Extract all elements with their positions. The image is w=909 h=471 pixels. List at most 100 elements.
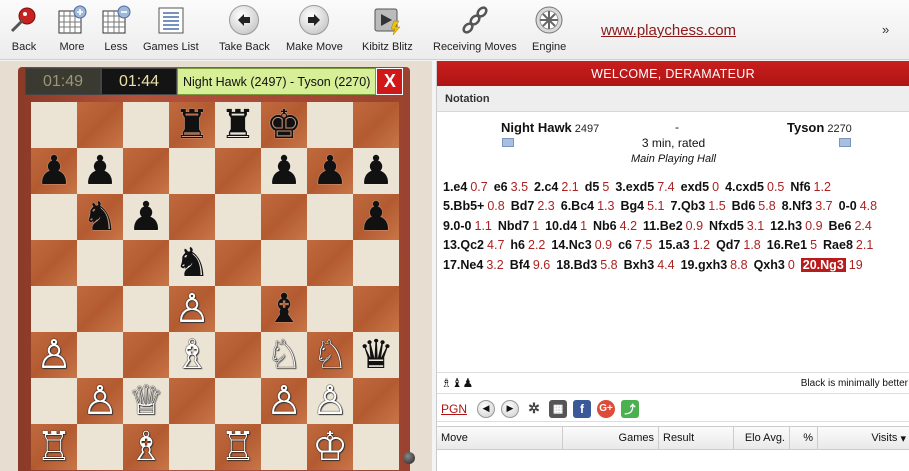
engine-button[interactable]: Engine <box>532 4 566 53</box>
make-move-button[interactable]: Make Move <box>286 4 343 53</box>
board-square[interactable] <box>123 102 169 148</box>
kibitz-blitz-button[interactable]: Kibitz Blitz <box>362 4 413 53</box>
board-square[interactable] <box>215 332 261 378</box>
move[interactable]: 0-0 <box>839 199 857 213</box>
move[interactable]: 9.0-0 <box>443 219 472 233</box>
chess-piece[interactable]: ♟ <box>358 151 394 191</box>
board-square[interactable]: ♖ <box>31 424 77 470</box>
board-square[interactable] <box>169 148 215 194</box>
board-square[interactable] <box>353 378 399 424</box>
board-square[interactable] <box>307 102 353 148</box>
board-square[interactable] <box>123 148 169 194</box>
board-square[interactable]: ♕ <box>123 378 169 424</box>
board-square[interactable]: ♗ <box>169 332 215 378</box>
chess-piece[interactable]: ♝ <box>266 289 302 329</box>
move[interactable]: Nbd7 <box>498 219 529 233</box>
chess-piece[interactable]: ♜ <box>174 105 210 145</box>
board-square[interactable]: ♙ <box>31 332 77 378</box>
toolbar-overflow-chevron-icon[interactable]: » <box>882 22 889 37</box>
board-square[interactable] <box>77 240 123 286</box>
chess-piece[interactable]: ♖ <box>220 427 256 467</box>
board-square[interactable]: ♞ <box>169 240 215 286</box>
board-square[interactable] <box>307 240 353 286</box>
board-square[interactable]: ♟ <box>31 148 77 194</box>
chess-piece[interactable]: ♜ <box>220 105 256 145</box>
board-square[interactable] <box>77 332 123 378</box>
move[interactable]: 13.Qc2 <box>443 238 484 252</box>
move[interactable]: Nf6 <box>790 180 810 194</box>
column-result[interactable]: Result <box>659 427 734 449</box>
move[interactable]: 7.Qb3 <box>671 199 706 213</box>
engine-analysis-icon[interactable]: ✲ <box>525 399 544 418</box>
move[interactable]: Rae8 <box>823 238 853 252</box>
board-square[interactable] <box>353 286 399 332</box>
column-percent[interactable]: % <box>790 427 818 449</box>
board-square[interactable] <box>169 378 215 424</box>
chess-board[interactable]: ♜ ♜ ♚ ♟ ♟ ♟ ♟ ♟ ♞ ♟ ♟ ♞ ♙ ♝ ♙ ♗ ♘ ♘ ♛ ♙ ♕ ♙ ♙ ♖ ♗ ♖ ♔ <box>31 102 399 471</box>
chess-piece[interactable]: ♛ <box>358 335 394 375</box>
board-square[interactable] <box>215 148 261 194</box>
move[interactable]: Bf4 <box>510 258 530 272</box>
board-square[interactable] <box>353 102 399 148</box>
chess-piece[interactable]: ♗ <box>128 427 164 467</box>
chess-piece[interactable]: ♟ <box>312 151 348 191</box>
board-square[interactable] <box>261 194 307 240</box>
board-square[interactable] <box>31 102 77 148</box>
board-square[interactable] <box>353 240 399 286</box>
board-square[interactable]: ♟ <box>77 148 123 194</box>
move[interactable]: 12.h3 <box>770 219 802 233</box>
move[interactable]: Qd7 <box>716 238 740 252</box>
move[interactable]: 5.Bb5+ <box>443 199 484 213</box>
chess-piece[interactable]: ♙ <box>312 381 348 421</box>
move[interactable]: 10.d4 <box>545 219 577 233</box>
move[interactable]: Bd6 <box>732 199 756 213</box>
move[interactable]: 1.e4 <box>443 180 467 194</box>
chess-piece[interactable]: ♞ <box>82 197 118 237</box>
chess-piece[interactable]: ♟ <box>266 151 302 191</box>
chess-piece[interactable]: ♟ <box>128 197 164 237</box>
move[interactable]: 19.gxh3 <box>681 258 728 272</box>
move[interactable]: Bd7 <box>511 199 535 213</box>
board-square[interactable] <box>77 102 123 148</box>
board-square[interactable]: ♜ <box>169 102 215 148</box>
board-square[interactable]: ♙ <box>307 378 353 424</box>
back-button[interactable]: Back <box>8 4 40 53</box>
board-square[interactable] <box>123 240 169 286</box>
take-back-button[interactable]: Take Back <box>219 4 270 53</box>
share-icon[interactable]: ⤴ <box>621 399 640 418</box>
board-square[interactable] <box>353 424 399 470</box>
board-square[interactable] <box>169 194 215 240</box>
board-square[interactable]: ♟ <box>353 194 399 240</box>
chess-piece[interactable]: ♗ <box>174 335 210 375</box>
board-square[interactable] <box>31 194 77 240</box>
chess-piece[interactable]: ♙ <box>36 335 72 375</box>
previous-move-icon[interactable]: ◀ <box>477 399 496 418</box>
move[interactable]: d5 <box>585 180 600 194</box>
next-move-icon[interactable]: ▶ <box>501 399 520 418</box>
column-move[interactable]: Move <box>437 427 563 449</box>
board-square[interactable] <box>77 286 123 332</box>
chess-piece[interactable]: ♙ <box>82 381 118 421</box>
board-square[interactable] <box>261 424 307 470</box>
board-square[interactable] <box>215 240 261 286</box>
chess-piece[interactable]: ♙ <box>266 381 302 421</box>
move[interactable]: 14.Nc3 <box>551 238 591 252</box>
column-visits[interactable]: Visits ▾ <box>818 427 909 449</box>
move[interactable]: 6.Bc4 <box>561 199 594 213</box>
board-square[interactable] <box>123 286 169 332</box>
facebook-icon[interactable]: f <box>573 399 592 418</box>
board-square[interactable] <box>31 286 77 332</box>
board-square[interactable]: ♚ <box>261 102 307 148</box>
board-square[interactable]: ♙ <box>77 378 123 424</box>
receiving-moves-button[interactable]: Receiving Moves <box>433 4 517 53</box>
less-button[interactable]: Less <box>100 4 132 53</box>
board-square[interactable]: ♜ <box>215 102 261 148</box>
move[interactable]: 16.Re1 <box>767 238 807 252</box>
board-square[interactable]: ♙ <box>261 378 307 424</box>
pgn-link[interactable]: PGN <box>441 402 467 416</box>
move[interactable]: Bg4 <box>621 199 645 213</box>
chess-piece[interactable]: ♟ <box>36 151 72 191</box>
move[interactable]: 2.c4 <box>534 180 558 194</box>
column-games[interactable]: Games <box>563 427 659 449</box>
move[interactable]: 20.Ng3 <box>800 257 846 272</box>
